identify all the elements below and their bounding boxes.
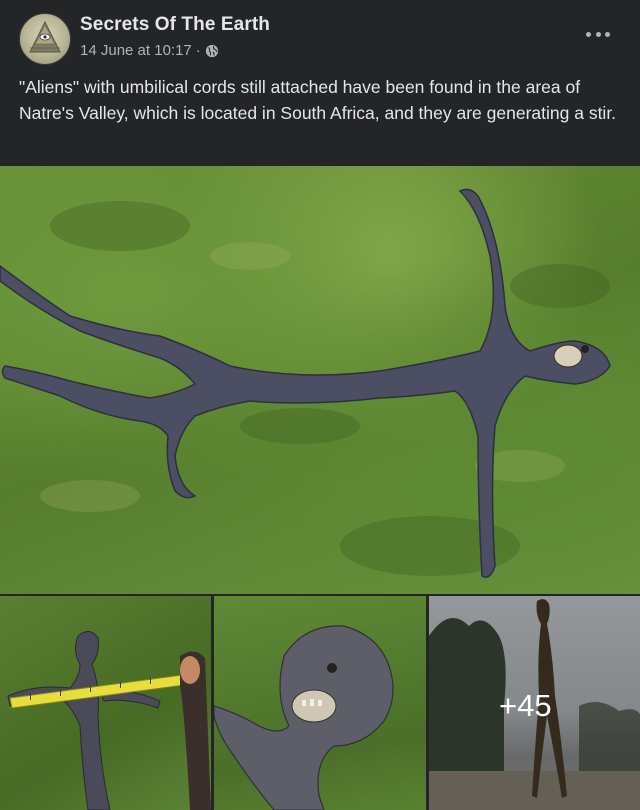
- more-options-icon[interactable]: [586, 24, 610, 44]
- more-dot: [595, 31, 601, 37]
- gallery-thumbnail-2[interactable]: [214, 596, 426, 810]
- post-meta: 14 June at 10:17 ·: [80, 42, 219, 59]
- post-text: "Aliens" with umbilical cords still atta…: [19, 77, 617, 123]
- more-dot: [586, 31, 591, 37]
- post-header: Secrets Of The Earth 14 June at 10:17 ·: [0, 0, 640, 66]
- gallery-thumbnail-more[interactable]: +45: [429, 596, 640, 810]
- pyramid-eye-logo-icon: [29, 20, 61, 53]
- meta-separator: ·: [195, 42, 201, 59]
- page-name-link[interactable]: Secrets Of The Earth: [80, 14, 270, 36]
- more-dot: [605, 31, 610, 37]
- gallery-thumbnail-1[interactable]: [0, 596, 211, 810]
- post-timestamp[interactable]: 14 June at 10:17: [80, 42, 192, 59]
- creature-with-tape-measure-illustration: [7, 631, 211, 810]
- more-photos-overlay[interactable]: +45: [429, 596, 640, 810]
- more-photos-count: +45: [499, 688, 552, 723]
- creature-head-closeup-illustration: [214, 625, 394, 810]
- creature-photo-illustration: [0, 188, 611, 578]
- page-avatar[interactable]: [19, 13, 71, 65]
- globe-icon[interactable]: [205, 44, 219, 58]
- main-photo[interactable]: [0, 166, 640, 594]
